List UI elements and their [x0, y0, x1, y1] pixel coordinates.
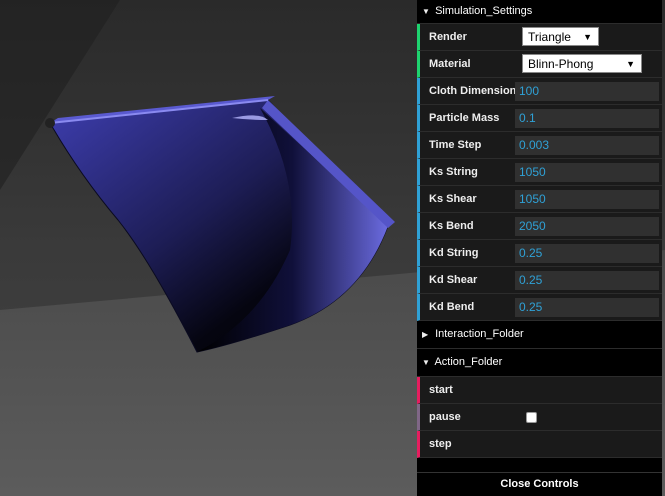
anchor-point	[45, 118, 55, 128]
folder-interaction[interactable]: ▶ Interaction_Folder	[417, 321, 662, 349]
select-caret-icon: ▼	[626, 59, 635, 69]
step-label: step	[429, 438, 452, 450]
ks-bend-input[interactable]: 2050	[515, 217, 659, 236]
step-button[interactable]: step	[417, 431, 662, 458]
param-label: Kd String	[429, 247, 479, 259]
folder-simulation-settings[interactable]: ▼ Simulation_Settings	[417, 0, 662, 24]
render-label: Render	[429, 31, 467, 43]
render-control: Render Triangle ▼	[417, 24, 662, 51]
param-label: Ks Bend	[429, 220, 474, 232]
kd-string-input[interactable]: 0.25	[515, 244, 659, 263]
controls-panel: ▼ Simulation_Settings Render Triangle ▼ …	[417, 0, 662, 496]
select-caret-icon: ▼	[583, 32, 592, 42]
time-step-input[interactable]: 0.003	[515, 136, 659, 155]
kd-shear-input[interactable]: 0.25	[515, 271, 659, 290]
material-label: Material	[429, 58, 471, 70]
triangle-down-icon: ▼	[422, 358, 430, 367]
triangle-down-icon: ▼	[422, 7, 430, 16]
start-button[interactable]: start	[417, 377, 662, 404]
folder-title-label: Action_Folder	[434, 356, 503, 368]
param-label: Time Step	[429, 139, 482, 151]
param-label: Particle Mass	[429, 112, 500, 124]
pause-label: pause	[429, 411, 461, 423]
cloth-dimension-control: Cloth Dimension 100	[417, 78, 662, 105]
cloth-dimension-input[interactable]: 100	[515, 82, 659, 101]
close-controls-button[interactable]: Close Controls	[417, 472, 662, 496]
start-label: start	[429, 384, 453, 396]
render-select[interactable]: Triangle ▼	[522, 27, 599, 46]
ks-string-input[interactable]: 1050	[515, 163, 659, 182]
folder-title-label: Interaction_Folder	[435, 328, 524, 340]
ks-bend-control: Ks Bend 2050	[417, 213, 662, 240]
folder-action[interactable]: ▼ Action_Folder	[417, 349, 662, 377]
param-label: Ks Shear	[429, 193, 477, 205]
folder-title-label: Simulation_Settings	[435, 5, 533, 17]
kd-shear-control: Kd Shear 0.25	[417, 267, 662, 294]
kd-bend-input[interactable]: 0.25	[515, 298, 659, 317]
material-select[interactable]: Blinn-Phong ▼	[522, 54, 642, 73]
ks-shear-control: Ks Shear 1050	[417, 186, 662, 213]
particle-mass-input[interactable]: 0.1	[515, 109, 659, 128]
param-label: Kd Shear	[429, 274, 478, 286]
material-control: Material Blinn-Phong ▼	[417, 51, 662, 78]
param-label: Cloth Dimension	[429, 85, 517, 97]
triangle-right-icon: ▶	[422, 330, 429, 339]
pause-control: pause	[417, 404, 662, 431]
render-select-value: Triangle	[528, 30, 571, 44]
kd-string-control: Kd String 0.25	[417, 240, 662, 267]
param-label: Kd Bend	[429, 301, 475, 313]
ks-string-control: Ks String 1050	[417, 159, 662, 186]
particle-mass-control: Particle Mass 0.1	[417, 105, 662, 132]
material-select-value: Blinn-Phong	[528, 57, 594, 71]
ks-shear-input[interactable]: 1050	[515, 190, 659, 209]
pause-checkbox[interactable]	[526, 412, 537, 423]
time-step-control: Time Step 0.003	[417, 132, 662, 159]
kd-bend-control: Kd Bend 0.25	[417, 294, 662, 321]
param-label: Ks String	[429, 166, 478, 178]
